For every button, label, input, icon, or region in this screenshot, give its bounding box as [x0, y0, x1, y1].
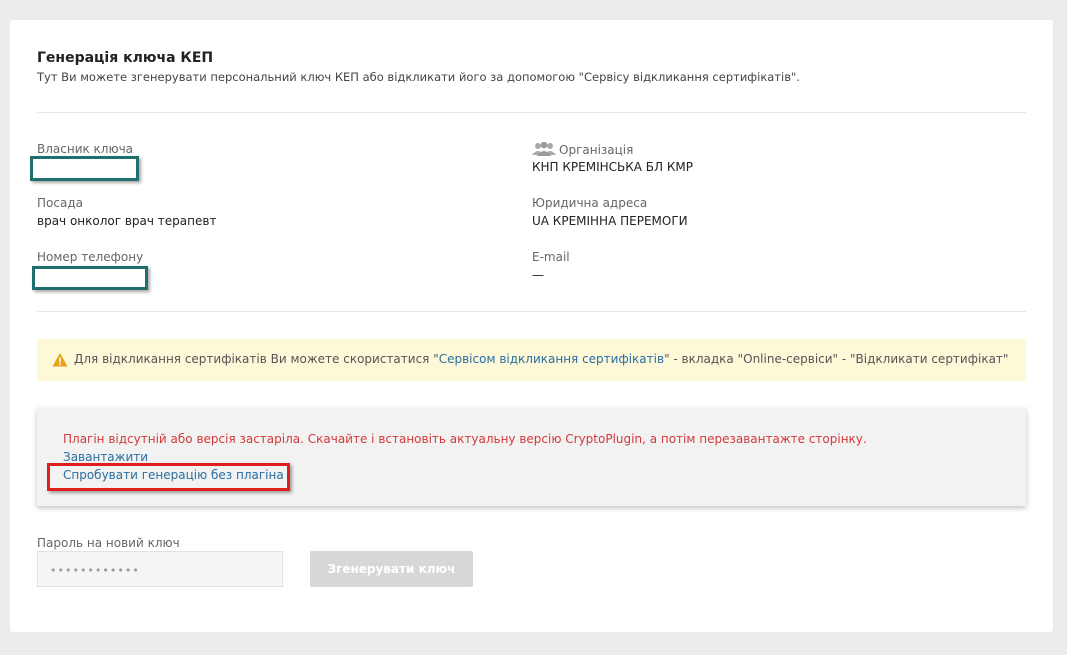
- generate-key-button[interactable]: Згенерувати ключ: [310, 551, 473, 587]
- plugin-error-text: Плагін відсутній або версія застаріла. С…: [63, 432, 867, 446]
- warning-text: Для відкликання сертифікатів Ви можете с…: [74, 352, 1008, 366]
- address-label: Юридична адреса: [532, 196, 648, 210]
- page-title: Генерація ключа КЕП: [37, 50, 214, 66]
- download-link[interactable]: Завантажити: [63, 450, 148, 464]
- position-value: врач онколог врач терапевт: [37, 214, 217, 228]
- org-label-row: Організація: [532, 141, 634, 157]
- try-without-plugin-link[interactable]: Спробувати генерацію без плагіна: [63, 468, 284, 482]
- phone-value-redacted: [32, 266, 148, 290]
- divider: [37, 311, 1026, 312]
- revocation-service-link[interactable]: Сервісом відкликання сертифікатів: [439, 352, 664, 366]
- email-label: E-mail: [532, 250, 570, 264]
- key-generation-card: Генерація ключа КЕП Тут Ви можете згенер…: [10, 20, 1053, 632]
- org-label: Організація: [559, 143, 634, 157]
- warning-prefix: Для відкликання сертифікатів Ви можете с…: [74, 352, 439, 366]
- warning-suffix: " - вкладка "Online-сервіси" - "Відклика…: [664, 352, 1009, 366]
- divider: [37, 112, 1026, 113]
- phone-label: Номер телефону: [37, 250, 144, 264]
- password-input[interactable]: ••••••••••••: [37, 551, 283, 587]
- owner-value-redacted: [30, 156, 139, 181]
- address-value: UA КРЕМІННА ПЕРЕМОГИ: [532, 214, 688, 228]
- warning-icon: [52, 352, 68, 368]
- revocation-warning: Для відкликання сертифікатів Ви можете с…: [37, 339, 1026, 381]
- org-value: КНП КРЕМІНСЬКА БЛ КМР: [532, 160, 693, 174]
- plugin-status-panel: Плагін відсутній або версія застаріла. С…: [37, 408, 1026, 506]
- password-label: Пароль на новий ключ: [37, 536, 180, 550]
- owner-label: Власник ключа: [37, 142, 134, 156]
- users-icon: [532, 141, 556, 156]
- email-value: —: [532, 268, 544, 282]
- page-subtitle: Тут Ви можете згенерувати персональний к…: [37, 70, 800, 84]
- position-label: Посада: [37, 196, 83, 210]
